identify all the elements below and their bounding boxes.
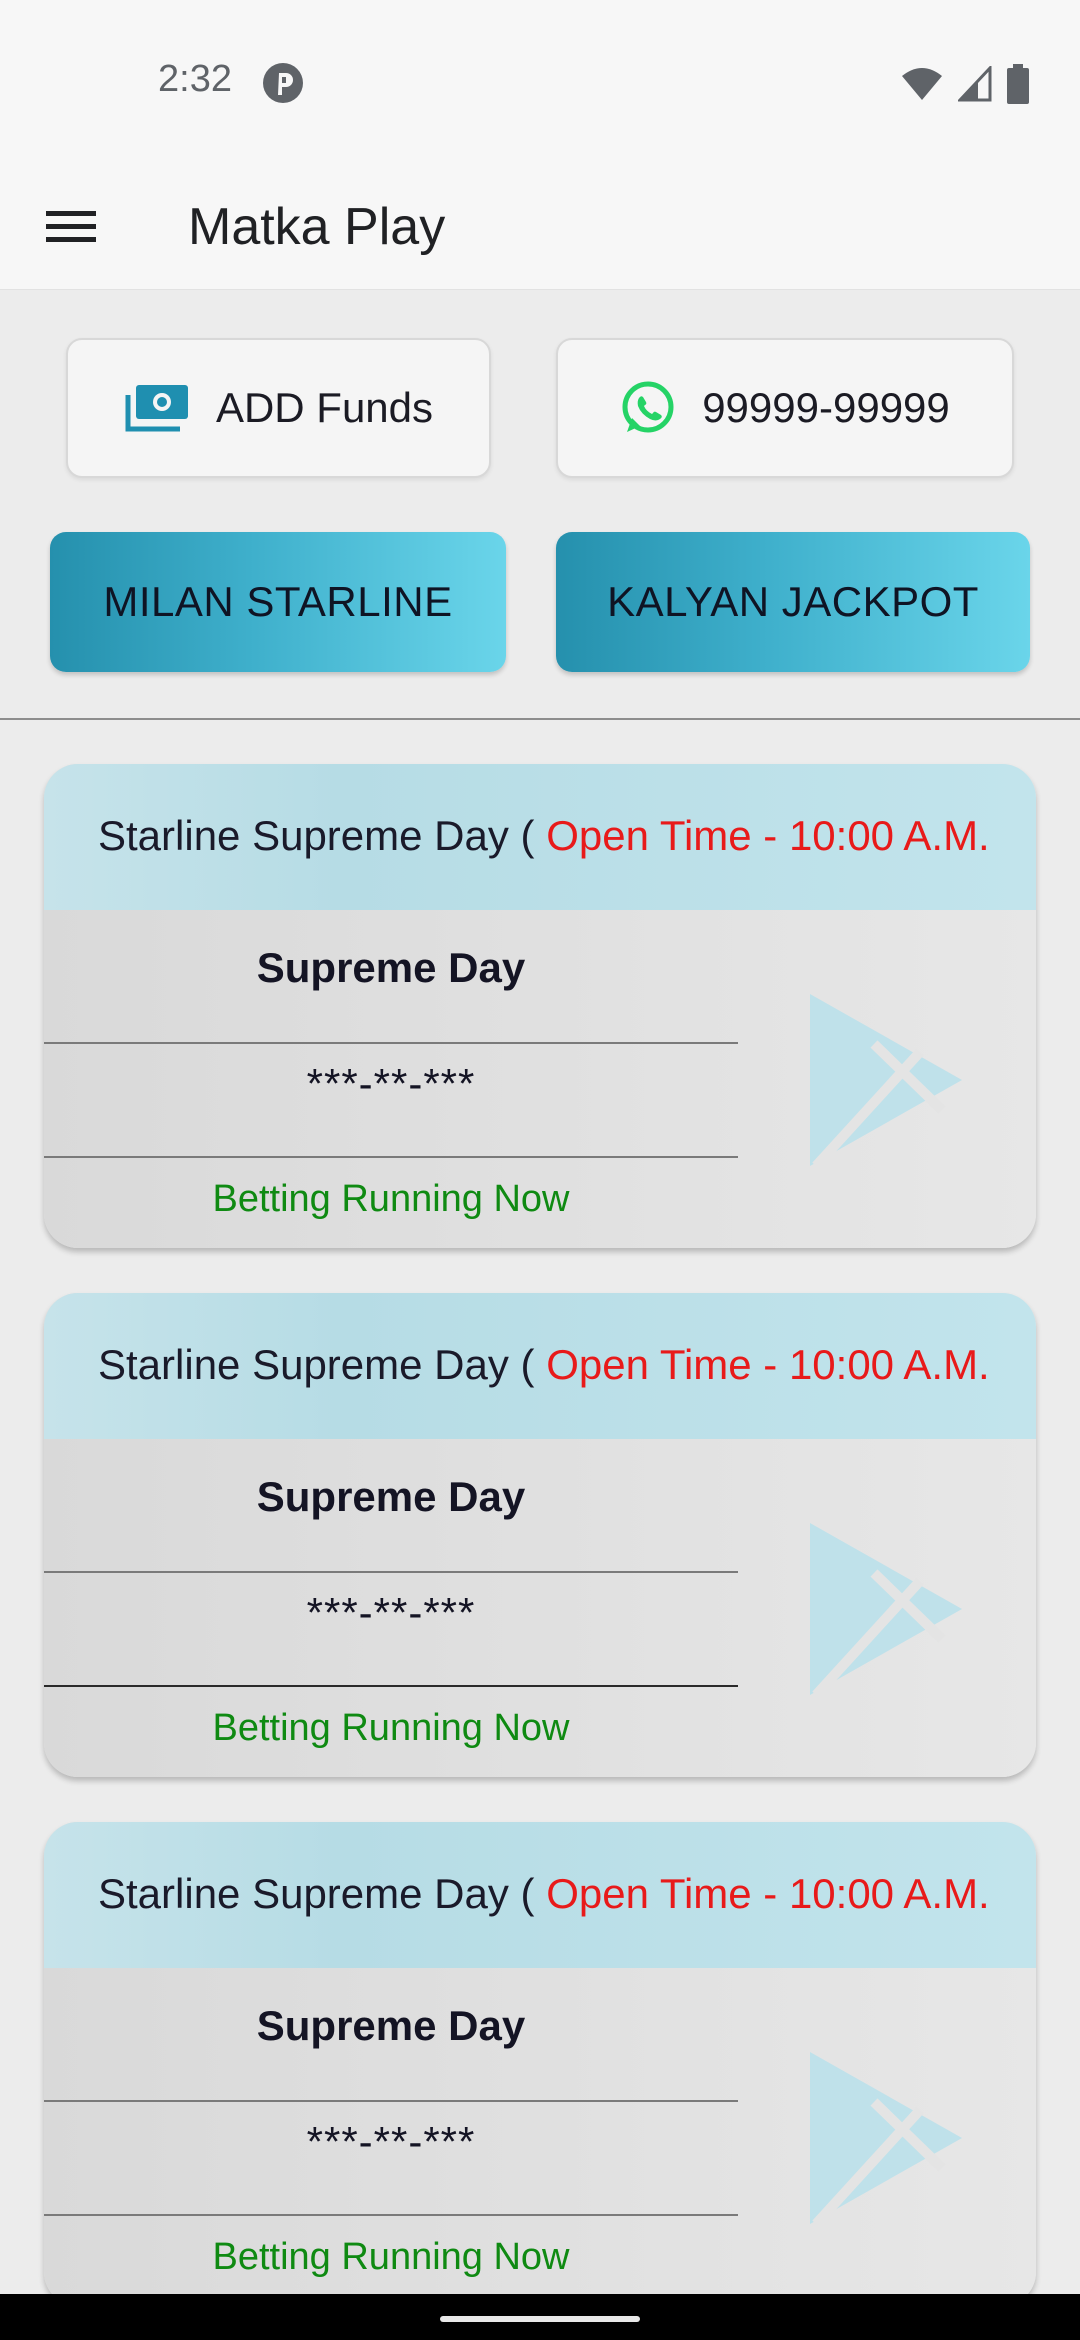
card-title: Starline Supreme Day ( Open Time - 10:00…: [98, 1341, 990, 1389]
game-result: ***-**-***: [306, 2118, 476, 2165]
status-bar: 2:32: [0, 0, 1080, 165]
betting-status: Betting Running Now: [212, 1707, 570, 1749]
card-header: Starline Supreme Day ( Open Time - 10:00…: [44, 1822, 1036, 1968]
milan-starline-label: MILAN STARLINE: [103, 578, 453, 625]
game-card[interactable]: Starline Supreme Day ( Open Time - 10:00…: [44, 1293, 1036, 1777]
card-title: Starline Supreme Day ( Open Time - 10:00…: [98, 1870, 990, 1918]
status-icons: [900, 62, 1030, 106]
betting-status: Betting Running Now: [212, 1178, 570, 1220]
card-title: Starline Supreme Day ( Open Time - 10:00…: [98, 812, 990, 860]
play-icon[interactable]: [802, 1517, 970, 1701]
game-result: ***-**-***: [306, 1060, 476, 1107]
whatsapp-icon: [622, 381, 674, 433]
row-divider: [44, 1685, 738, 1687]
open-time: Open Time - 10:00 A.M.: [546, 1870, 990, 1917]
app-screen: 2:32 Matka Play ADD Funds 99999-99999 MI…: [0, 0, 1080, 2340]
battery-icon: [1007, 64, 1029, 104]
add-funds-button[interactable]: ADD Funds: [66, 338, 491, 478]
pinterest-like-icon: [263, 63, 303, 103]
card-header: Starline Supreme Day ( Open Time - 10:00…: [44, 764, 1036, 910]
money-icon: [125, 385, 188, 432]
signal-icon: [958, 66, 992, 102]
card-title-prefix: Starline Supreme Day (: [98, 812, 535, 859]
betting-status: Betting Running Now: [212, 2236, 570, 2278]
hamburger-menu-icon[interactable]: [42, 197, 100, 255]
kalyan-jackpot-label: KALYAN JACKPOT: [607, 578, 979, 625]
card-header: Starline Supreme Day ( Open Time - 10:00…: [44, 1293, 1036, 1439]
kalyan-jackpot-button[interactable]: KALYAN JACKPOT: [556, 532, 1030, 672]
page-title: Matka Play: [188, 198, 446, 256]
whatsapp-contact-button[interactable]: 99999-99999: [556, 338, 1014, 478]
card-title-prefix: Starline Supreme Day (: [98, 1341, 535, 1388]
milan-starline-button[interactable]: MILAN STARLINE: [50, 532, 506, 672]
play-icon[interactable]: [802, 2046, 970, 2230]
add-funds-label: ADD Funds: [215, 384, 434, 431]
row-divider: [44, 1042, 738, 1044]
game-name: Supreme Day: [256, 1473, 526, 1520]
game-result: ***-**-***: [306, 1589, 476, 1636]
game-name: Supreme Day: [256, 2002, 526, 2049]
home-gesture-handle[interactable]: [440, 2316, 640, 2322]
play-icon[interactable]: [802, 988, 970, 1172]
open-time: Open Time - 10:00 A.M.: [546, 812, 990, 859]
section-divider: [0, 718, 1080, 720]
game-card[interactable]: Starline Supreme Day ( Open Time - 10:00…: [44, 1822, 1036, 2306]
game-card[interactable]: Starline Supreme Day ( Open Time - 10:00…: [44, 764, 1036, 1248]
row-divider: [44, 2214, 738, 2216]
row-divider: [44, 1156, 738, 1158]
open-time: Open Time - 10:00 A.M.: [546, 1341, 990, 1388]
phone-number-label: 99999-99999: [702, 384, 950, 431]
wifi-icon: [902, 68, 942, 100]
app-bar: Matka Play: [0, 165, 1080, 290]
status-time: 2:32: [158, 58, 232, 100]
row-divider: [44, 2100, 738, 2102]
card-title-prefix: Starline Supreme Day (: [98, 1870, 535, 1917]
game-name: Supreme Day: [256, 944, 526, 991]
row-divider: [44, 1571, 738, 1573]
